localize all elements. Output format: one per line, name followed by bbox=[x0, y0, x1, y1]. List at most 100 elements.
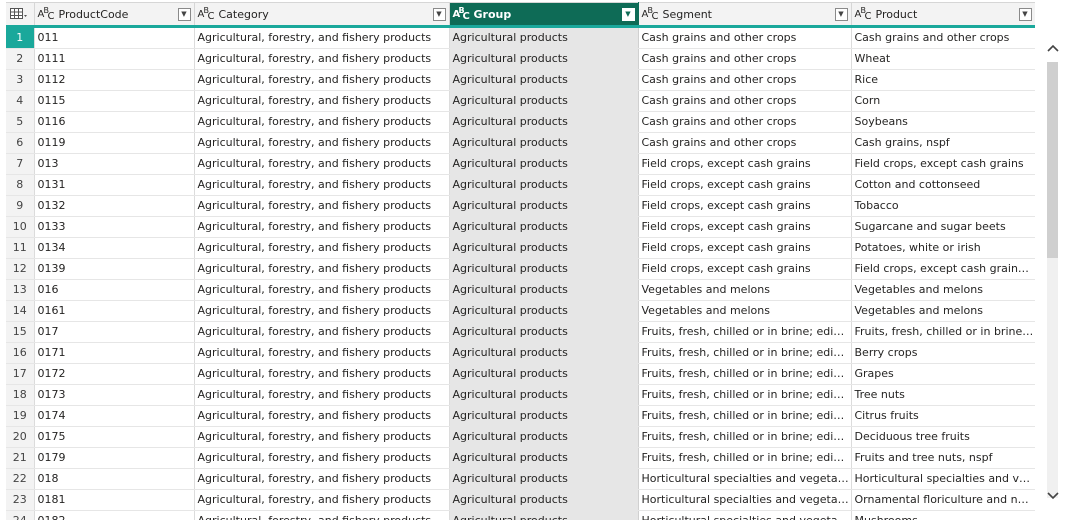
cell-productcode[interactable]: 0182 bbox=[34, 510, 195, 520]
cell-productcode[interactable]: 0132 bbox=[34, 195, 195, 217]
table-row[interactable]: 18 0173 Agricultural, forestry, and fisher… bbox=[6, 384, 1035, 406]
column-header-product[interactable]: ABC Product ▼ bbox=[851, 2, 1035, 28]
row-index[interactable]: 5 bbox=[6, 111, 35, 133]
cell-product[interactable]: Cash grains, nspf bbox=[851, 132, 1035, 154]
cell-category[interactable]: Agricultural, forestry, and fishery prod… bbox=[194, 90, 450, 112]
row-index[interactable]: 12 bbox=[6, 258, 35, 280]
cell-category[interactable]: Agricultural, forestry, and fishery prod… bbox=[194, 69, 450, 91]
table-row[interactable]: 10 0133 Agricultural, forestry, and fisher… bbox=[6, 216, 1035, 238]
row-index[interactable]: 3 bbox=[6, 69, 35, 91]
cell-group[interactable]: Agricultural products bbox=[449, 26, 639, 49]
cell-product[interactable]: Potatoes, white or irish bbox=[851, 237, 1035, 259]
row-index[interactable]: 2 bbox=[6, 48, 35, 70]
cell-productcode[interactable]: 017 bbox=[34, 321, 195, 343]
column-header-productcode[interactable]: ABC ProductCode ▼ bbox=[34, 2, 195, 28]
cell-segment[interactable]: Field crops, except cash grains bbox=[638, 174, 852, 196]
row-index[interactable]: 22 bbox=[6, 468, 35, 490]
cell-group[interactable]: Agricultural products bbox=[449, 510, 639, 520]
table-row[interactable]: 9 0132 Agricultural, forestry, and fishery… bbox=[6, 195, 1035, 217]
cell-product[interactable]: Citrus fruits bbox=[851, 405, 1035, 427]
cell-segment[interactable]: Cash grains and other crops bbox=[638, 90, 852, 112]
cell-product[interactable]: Field crops, except cash grains, nspf bbox=[851, 258, 1035, 280]
cell-productcode[interactable]: 0161 bbox=[34, 300, 195, 322]
cell-product[interactable]: Soybeans bbox=[851, 111, 1035, 133]
cell-group[interactable]: Agricultural products bbox=[449, 279, 639, 301]
cell-category[interactable]: Agricultural, forestry, and fishery prod… bbox=[194, 300, 450, 322]
cell-productcode[interactable]: 0181 bbox=[34, 489, 195, 511]
filter-dropdown-icon[interactable]: ▼ bbox=[432, 7, 446, 21]
cell-productcode[interactable]: 0139 bbox=[34, 258, 195, 280]
cell-segment[interactable]: Fruits, fresh, chilled or in brine; edib… bbox=[638, 426, 852, 448]
cell-product[interactable]: Wheat bbox=[851, 48, 1035, 70]
cell-productcode[interactable]: 0174 bbox=[34, 405, 195, 427]
cell-product[interactable]: Tobacco bbox=[851, 195, 1035, 217]
cell-segment[interactable]: Field crops, except cash grains bbox=[638, 216, 852, 238]
table-row[interactable]: 19 0174 Agricultural, forestry, and fisher… bbox=[6, 405, 1035, 427]
row-index[interactable]: 6 bbox=[6, 132, 35, 154]
chevron-up-icon[interactable] bbox=[1046, 42, 1060, 54]
row-index[interactable]: 18 bbox=[6, 384, 35, 406]
cell-product[interactable]: Fruits and tree nuts, nspf bbox=[851, 447, 1035, 469]
table-row[interactable]: 16 0171 Agricultural, forestry, and fisher… bbox=[6, 342, 1035, 364]
table-menu-button[interactable] bbox=[6, 2, 35, 28]
text-type-icon[interactable]: ABC bbox=[198, 6, 215, 22]
cell-productcode[interactable]: 0172 bbox=[34, 363, 195, 385]
cell-productcode[interactable]: 0173 bbox=[34, 384, 195, 406]
cell-productcode[interactable]: 013 bbox=[34, 153, 195, 175]
table-row[interactable]: 7 013 Agricultural, forestry, and fishery … bbox=[6, 153, 1035, 175]
cell-segment[interactable]: Horticultural specialties and vegetable … bbox=[638, 510, 852, 520]
row-index[interactable]: 19 bbox=[6, 405, 35, 427]
cell-group[interactable]: Agricultural products bbox=[449, 258, 639, 280]
cell-product[interactable]: Ornamental floriculture and nurse... bbox=[851, 489, 1035, 511]
cell-product[interactable]: Tree nuts bbox=[851, 384, 1035, 406]
cell-segment[interactable]: Field crops, except cash grains bbox=[638, 153, 852, 175]
cell-group[interactable]: Agricultural products bbox=[449, 90, 639, 112]
table-row[interactable]: 8 0131 Agricultural, forestry, and fishery… bbox=[6, 174, 1035, 196]
cell-category[interactable]: Agricultural, forestry, and fishery prod… bbox=[194, 111, 450, 133]
cell-productcode[interactable]: 0119 bbox=[34, 132, 195, 154]
cell-group[interactable]: Agricultural products bbox=[449, 195, 639, 217]
cell-group[interactable]: Agricultural products bbox=[449, 468, 639, 490]
cell-segment[interactable]: Vegetables and melons bbox=[638, 279, 852, 301]
cell-group[interactable]: Agricultural products bbox=[449, 111, 639, 133]
table-row[interactable]: 17 0172 Agricultural, forestry, and fisher… bbox=[6, 363, 1035, 385]
cell-category[interactable]: Agricultural, forestry, and fishery prod… bbox=[194, 489, 450, 511]
chevron-down-icon[interactable] bbox=[1046, 490, 1060, 502]
text-type-icon[interactable]: ABC bbox=[453, 6, 470, 22]
cell-category[interactable]: Agricultural, forestry, and fishery prod… bbox=[194, 384, 450, 406]
cell-product[interactable]: Fruits, fresh, chilled or in brine; ed..… bbox=[851, 321, 1035, 343]
row-index[interactable]: 14 bbox=[6, 300, 35, 322]
cell-group[interactable]: Agricultural products bbox=[449, 174, 639, 196]
cell-product[interactable]: Sugarcane and sugar beets bbox=[851, 216, 1035, 238]
table-row[interactable]: 22 018 Agricultural, forestry, and fishery… bbox=[6, 468, 1035, 490]
row-index[interactable]: 17 bbox=[6, 363, 35, 385]
cell-productcode[interactable]: 011 bbox=[34, 26, 195, 49]
table-row[interactable]: 11 0134 Agricultural, forestry, and fisher… bbox=[6, 237, 1035, 259]
cell-product[interactable]: Mushrooms bbox=[851, 510, 1035, 520]
text-type-icon[interactable]: ABC bbox=[642, 6, 659, 22]
cell-segment[interactable]: Cash grains and other crops bbox=[638, 111, 852, 133]
table-row[interactable]: 1 011 Agricultural, forestry, and fishery … bbox=[6, 26, 1035, 49]
cell-productcode[interactable]: 0112 bbox=[34, 69, 195, 91]
filter-dropdown-icon[interactable]: ▼ bbox=[177, 7, 191, 21]
scrollbar-thumb[interactable] bbox=[1047, 62, 1058, 258]
cell-group[interactable]: Agricultural products bbox=[449, 216, 639, 238]
cell-segment[interactable]: Fruits, fresh, chilled or in brine; edib… bbox=[638, 321, 852, 343]
row-index[interactable]: 16 bbox=[6, 342, 35, 364]
table-row[interactable]: 4 0115 Agricultural, forestry, and fishery… bbox=[6, 90, 1035, 112]
table-row[interactable]: 14 0161 Agricultural, forestry, and fisher… bbox=[6, 300, 1035, 322]
cell-group[interactable]: Agricultural products bbox=[449, 363, 639, 385]
cell-productcode[interactable]: 0133 bbox=[34, 216, 195, 238]
cell-product[interactable]: Field crops, except cash grains bbox=[851, 153, 1035, 175]
table-row[interactable]: 240182Agricultural, forestry, and fisher… bbox=[6, 510, 1035, 520]
cell-segment[interactable]: Fruits, fresh, chilled or in brine; edib… bbox=[638, 405, 852, 427]
cell-product[interactable]: Vegetables and melons bbox=[851, 300, 1035, 322]
filter-dropdown-icon[interactable]: ▼ bbox=[621, 7, 635, 21]
cell-segment[interactable]: Fruits, fresh, chilled or in brine; edib… bbox=[638, 384, 852, 406]
row-index[interactable]: 7 bbox=[6, 153, 35, 175]
cell-category[interactable]: Agricultural, forestry, and fishery prod… bbox=[194, 321, 450, 343]
cell-category[interactable]: Agricultural, forestry, and fishery prod… bbox=[194, 48, 450, 70]
cell-productcode[interactable]: 018 bbox=[34, 468, 195, 490]
cell-segment[interactable]: Cash grains and other crops bbox=[638, 26, 852, 49]
column-header-group[interactable]: ABC Group ▼ bbox=[449, 2, 639, 28]
